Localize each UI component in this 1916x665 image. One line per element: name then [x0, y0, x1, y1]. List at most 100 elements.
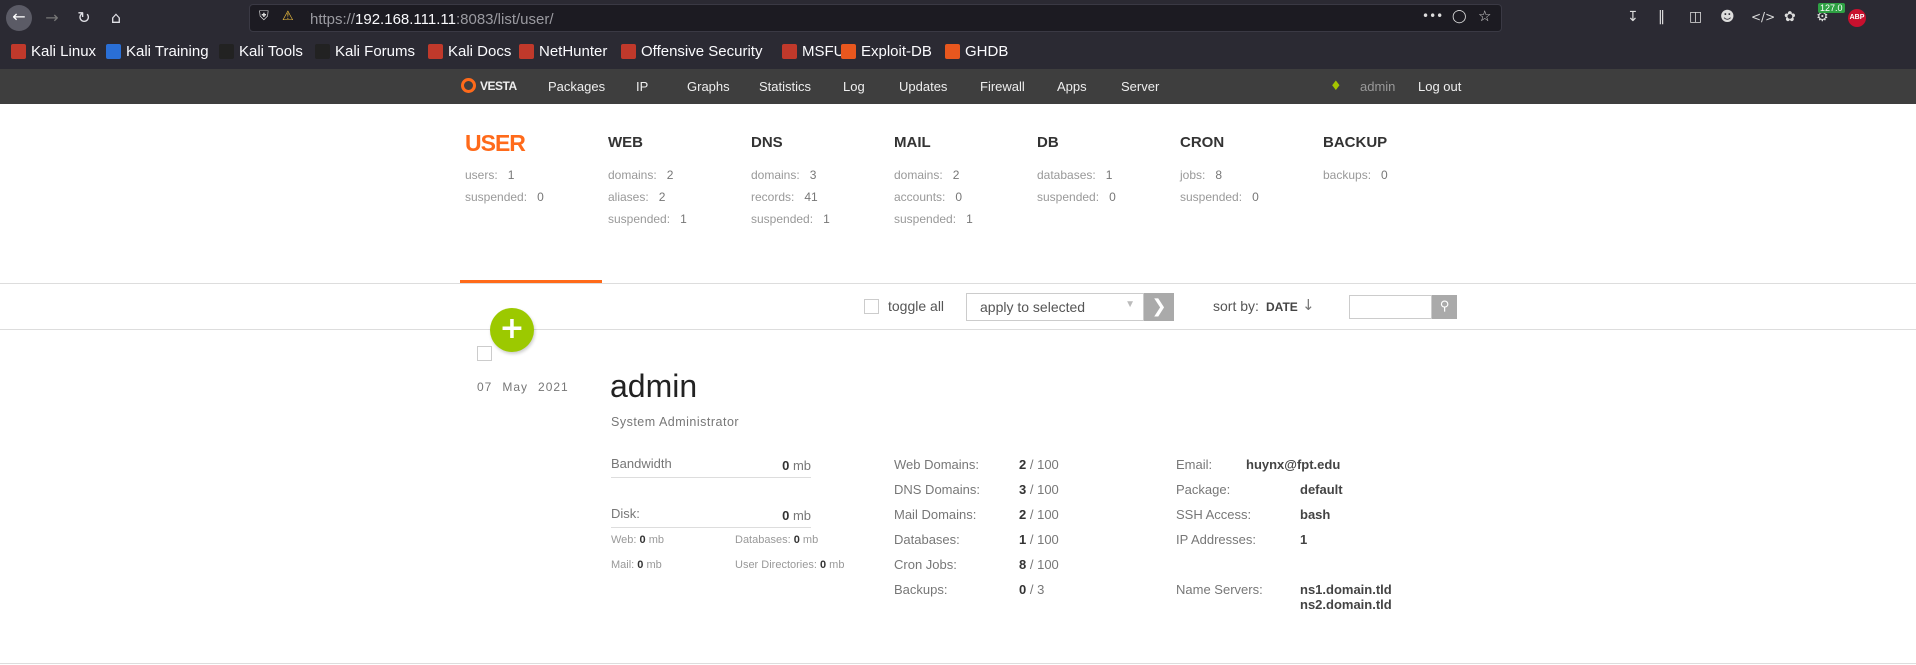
topnav-item[interactable]: IP: [636, 79, 648, 94]
bookmark-item[interactable]: Kali Linux: [11, 43, 96, 60]
stat-label: domains:: [894, 168, 943, 182]
stat-title[interactable]: WEB: [608, 132, 748, 154]
stat-block-cron[interactable]: CRON jobs: 8 suspended: 0: [1180, 132, 1320, 208]
extension-badge: 127.0: [1818, 3, 1845, 13]
home-icon[interactable]: ⌂: [104, 6, 128, 30]
limit-row: Cron Jobs: 8 / 100: [894, 557, 1059, 572]
apply-select-value: apply to selected: [980, 299, 1086, 315]
cookie-icon[interactable]: ✿: [1784, 8, 1796, 26]
bookmark-favicon-icon: [106, 44, 121, 59]
stat-title[interactable]: CRON: [1180, 132, 1320, 154]
bookmark-item[interactable]: Exploit-DB: [841, 43, 932, 60]
toggle-all-checkbox[interactable]: [864, 299, 879, 314]
stat-label: accounts:: [894, 190, 946, 204]
user-name[interactable]: admin: [610, 368, 697, 405]
limit-used: 2: [1019, 507, 1027, 522]
url-bar[interactable]: ⛨ ⚠ https://192.168.111.11:8083/list/use…: [249, 4, 1502, 32]
bell-icon[interactable]: ♦: [1330, 79, 1342, 94]
stat-block-backup[interactable]: BACKUP backups: 0: [1323, 132, 1463, 186]
devtools-icon[interactable]: </>: [1751, 8, 1775, 26]
stat-title[interactable]: MAIL: [894, 132, 1034, 154]
stat-block-user[interactable]: USER users: 1 suspended: 0: [465, 132, 605, 208]
stat-block-mail[interactable]: MAIL domains: 2 accounts: 0 suspended: 1: [894, 132, 1034, 230]
limit-row: Backups: 0 / 3: [894, 582, 1044, 597]
add-user-button[interactable]: +: [490, 308, 534, 352]
bookmark-label: MSFU: [802, 43, 845, 60]
apply-go-button[interactable]: ❯: [1144, 293, 1174, 321]
disk-label: Disk:: [611, 506, 640, 521]
apply-to-selected-select[interactable]: apply to selected ▼: [966, 293, 1144, 321]
lock-warning-icon[interactable]: ⚠: [282, 9, 294, 24]
library-icon[interactable]: ‖: [1658, 8, 1665, 26]
shield-icon[interactable]: ⛨: [259, 9, 269, 24]
stat-block-db[interactable]: DB databases: 1 suspended: 0: [1037, 132, 1177, 208]
pocket-icon[interactable]: ◯: [1452, 9, 1467, 24]
logout-link[interactable]: Log out: [1418, 79, 1461, 94]
bookmark-item[interactable]: Kali Tools: [219, 43, 303, 60]
stat-title[interactable]: BACKUP: [1323, 132, 1463, 154]
topnav-item[interactable]: Updates: [899, 79, 947, 94]
limit-value: 0 / 3: [1019, 582, 1044, 597]
bookmark-label: Kali Tools: [239, 43, 303, 60]
stat-label: suspended:: [894, 212, 957, 226]
topnav-item[interactable]: Firewall: [980, 79, 1025, 94]
url-text[interactable]: https://192.168.111.11:8083/list/user/: [310, 11, 554, 28]
item-date: 07 May 2021: [477, 380, 579, 394]
forward-icon[interactable]: →: [40, 6, 64, 30]
bookmark-item[interactable]: MSFU: [782, 43, 845, 60]
ip-label: IP Addresses:: [1176, 532, 1256, 547]
limit-label: Mail Domains:: [894, 507, 977, 522]
topnav-item[interactable]: Apps: [1057, 79, 1087, 94]
adblock-icon[interactable]: ABP: [1848, 9, 1866, 27]
bookmark-label: GHDB: [965, 43, 1009, 60]
search-input[interactable]: [1349, 295, 1432, 319]
disk-breakdown-label: Web:: [611, 534, 637, 546]
download-icon[interactable]: ↧: [1627, 8, 1639, 26]
bookmark-favicon-icon: [11, 44, 26, 59]
stat-title[interactable]: DB: [1037, 132, 1177, 154]
stat-row: domains: 2: [894, 164, 1034, 186]
topnav-user[interactable]: admin: [1360, 79, 1395, 94]
bookmark-item[interactable]: NetHunter: [519, 43, 607, 60]
account-icon[interactable]: ☻: [1720, 8, 1735, 26]
bookmark-item[interactable]: Kali Training: [106, 43, 209, 60]
disk-breakdown-value: 0: [639, 534, 646, 546]
topnav-item[interactable]: Statistics: [759, 79, 811, 94]
disk-breakdown-label: User Directories:: [735, 559, 817, 571]
stat-label: suspended:: [751, 212, 814, 226]
bookmark-item[interactable]: Offensive Security: [621, 43, 762, 60]
stat-row: suspended: 0: [465, 186, 605, 208]
sort-arrow-icon[interactable]: ↓: [1302, 296, 1315, 314]
topnav-item[interactable]: Server: [1121, 79, 1159, 94]
back-icon[interactable]: ←: [6, 5, 32, 31]
bandwidth-label: Bandwidth: [611, 456, 672, 471]
stat-block-dns[interactable]: DNS domains: 3 records: 41 suspended: 1: [751, 132, 891, 230]
bookmark-label: Kali Linux: [31, 43, 97, 60]
toggle-all-label[interactable]: toggle all: [888, 298, 944, 314]
sort-value[interactable]: DATE: [1266, 300, 1298, 314]
more-icon[interactable]: •••: [1422, 9, 1443, 23]
stat-block-web[interactable]: WEB domains: 2 aliases: 2 suspended: 1: [608, 132, 748, 230]
bookmark-item[interactable]: GHDB: [945, 43, 1008, 60]
limit-value: 2 / 100: [1019, 457, 1059, 472]
topnav-item[interactable]: Log: [843, 79, 865, 94]
bookmark-favicon-icon: [519, 44, 534, 59]
vesta-logo[interactable]: VESTA: [461, 78, 517, 93]
bookmark-item[interactable]: Kali Forums: [315, 43, 415, 60]
topnav-item[interactable]: Graphs: [687, 79, 730, 94]
star-icon[interactable]: ☆: [1478, 7, 1491, 25]
stats-panel: USER users: 1 suspended: 0 WEB domains: 2 aliase…: [0, 104, 1916, 284]
bookmark-item[interactable]: Kali Docs: [428, 43, 511, 60]
topnav-item[interactable]: Packages: [548, 79, 605, 94]
search-icon[interactable]: ⚲: [1432, 295, 1457, 319]
package-label: Package:: [1176, 482, 1231, 497]
stat-title[interactable]: DNS: [751, 132, 891, 154]
reload-icon[interactable]: ↻: [72, 6, 96, 30]
stat-label: backups:: [1323, 168, 1372, 182]
stat-row: suspended: 0: [1180, 186, 1320, 208]
item-checkbox[interactable]: [477, 346, 492, 361]
stat-label: domains:: [608, 168, 657, 182]
limit-used: 8: [1019, 557, 1027, 572]
sidebar-icon[interactable]: ◫: [1689, 8, 1702, 26]
stat-title[interactable]: USER: [465, 132, 605, 155]
